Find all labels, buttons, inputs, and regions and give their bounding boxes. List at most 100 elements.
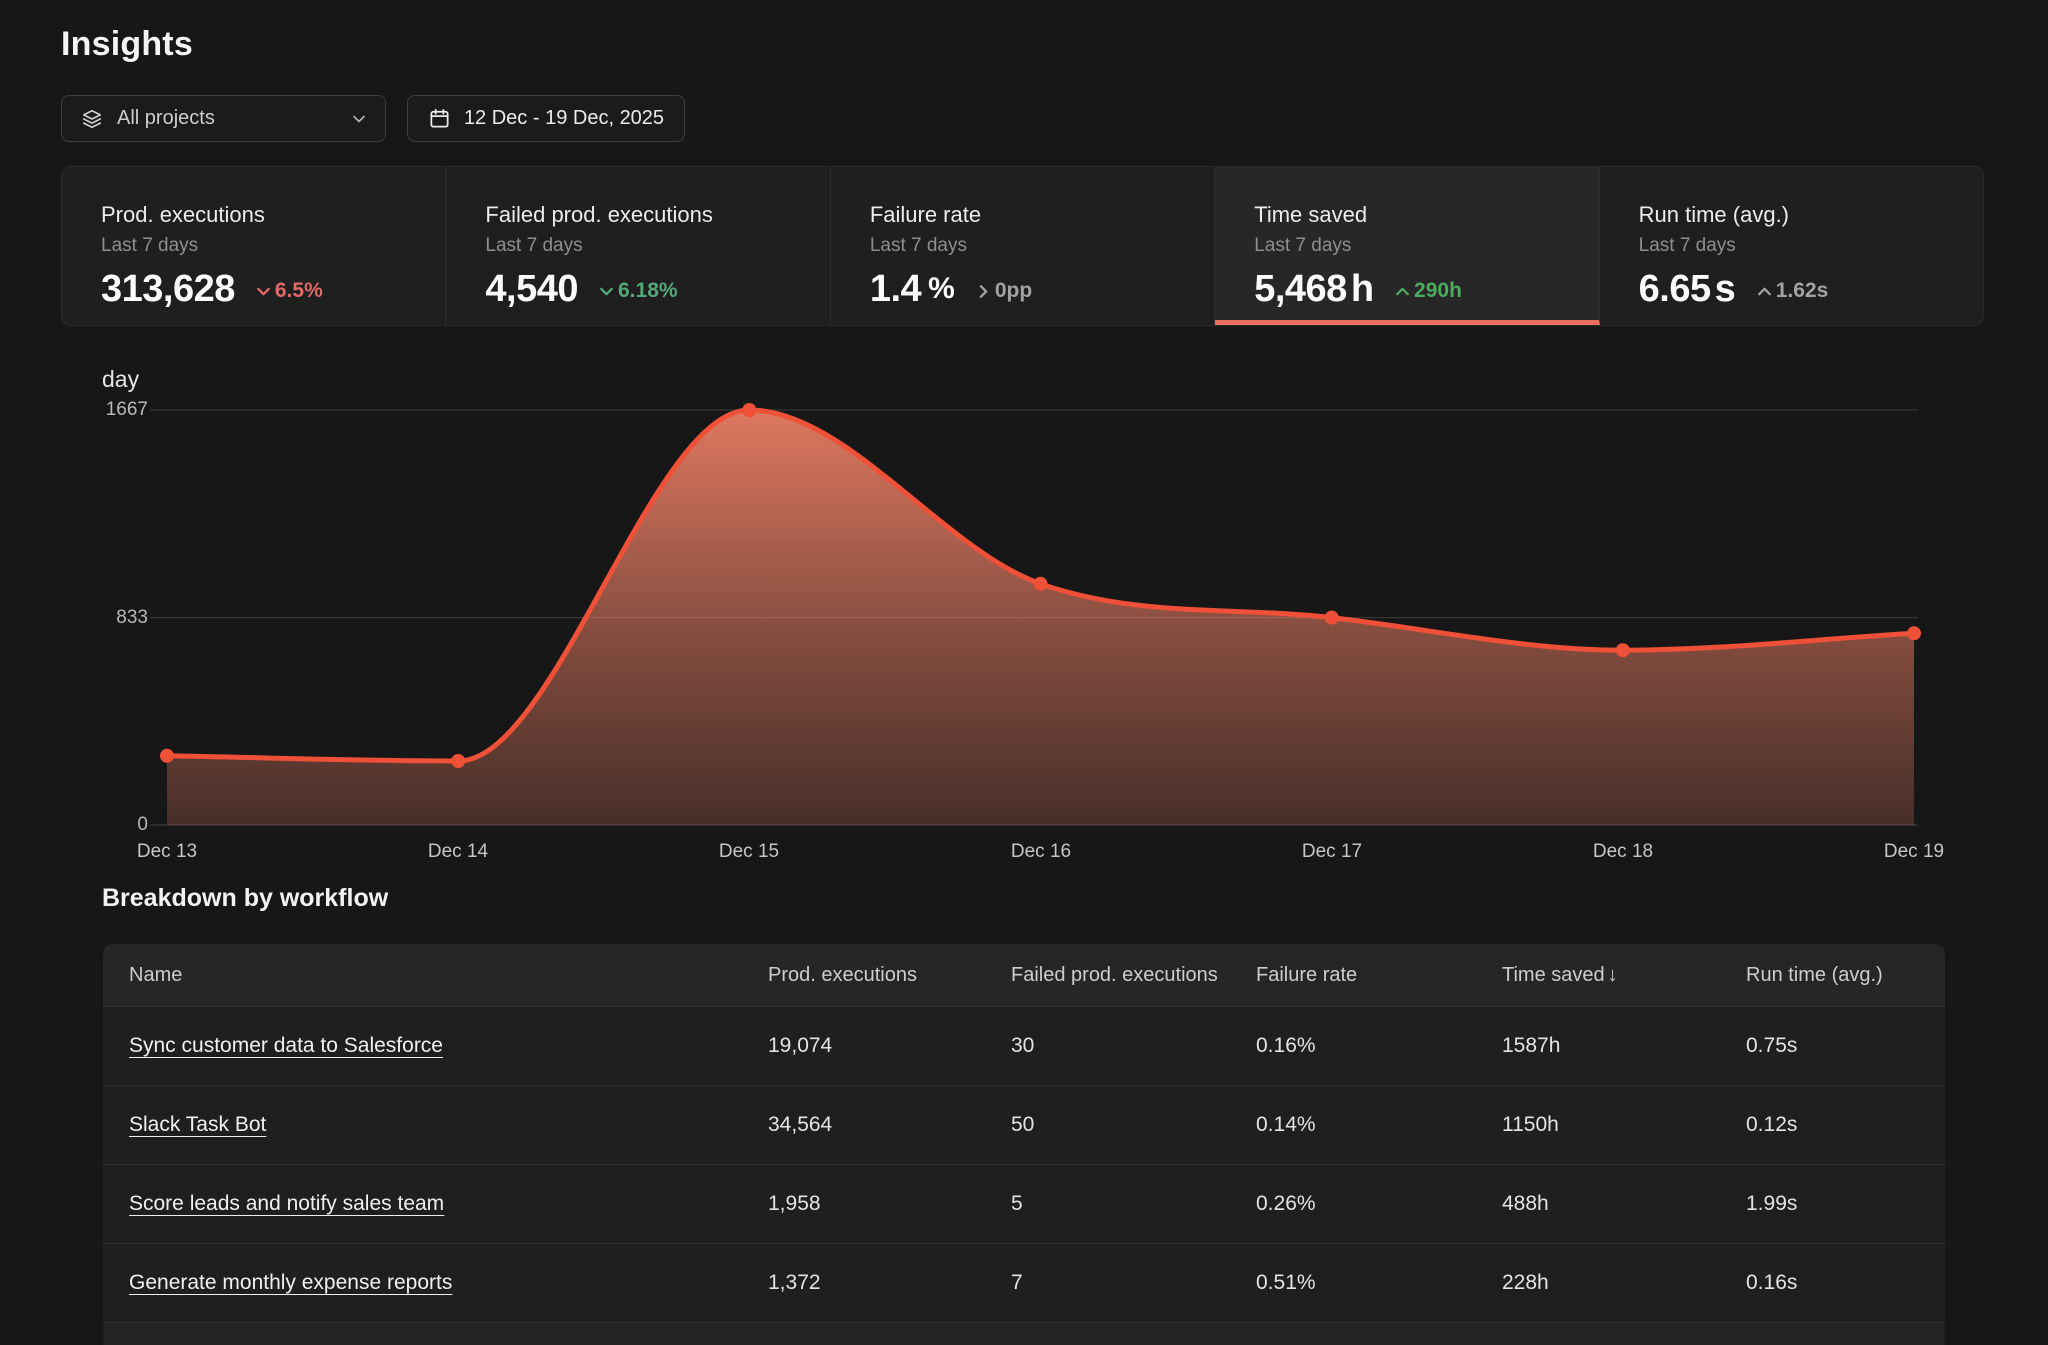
card-value-row: 4,540 6.18% xyxy=(485,270,829,308)
line-series xyxy=(167,410,1914,761)
delta-badge: 0pp xyxy=(974,279,1032,303)
workflow-breakdown-table: NameProd. executionsFailed prod. executi… xyxy=(103,944,1945,1345)
x-axis-label: Dec 17 xyxy=(1252,841,1412,863)
cell-run_time: 0.16s xyxy=(1746,1271,1945,1295)
cell-name: Sync customer data to Salesforce xyxy=(103,1034,768,1058)
trend-right-icon xyxy=(974,282,993,301)
card-title: Run time (avg.) xyxy=(1639,202,1983,228)
y-axis-label: 0 xyxy=(0,815,148,835)
card-value-unit: s xyxy=(1715,270,1736,308)
cell-failed_executions: 30 xyxy=(1011,1034,1256,1058)
card-value: 1.4 xyxy=(870,270,921,308)
x-axis-label: Dec 19 xyxy=(1834,841,1994,863)
table-header: NameProd. executionsFailed prod. executi… xyxy=(103,944,1945,1006)
delta-badge: 1.62s xyxy=(1755,279,1829,303)
cell-time_saved: 488h xyxy=(1502,1192,1746,1216)
card-value-unit: % xyxy=(928,274,955,304)
metric-card-prod-executions[interactable]: Prod. executions Last 7 days 313,628 6.5… xyxy=(62,167,446,325)
card-value: 5,468 xyxy=(1254,270,1347,308)
section-heading: Breakdown by workflow xyxy=(102,884,388,913)
trend-down-icon xyxy=(597,282,616,301)
column-header-failure-rate[interactable]: Failure rate xyxy=(1256,964,1502,987)
cell-run_time: 0.12s xyxy=(1746,1113,1945,1137)
cell-run_time: 0.75s xyxy=(1746,1034,1945,1058)
card-subtitle: Last 7 days xyxy=(101,235,445,257)
trend-up-icon xyxy=(1755,282,1774,301)
card-value-row: 1.4 % 0pp xyxy=(870,270,1214,308)
y-axis-label: 1667 xyxy=(0,400,148,420)
delta-value: 290h xyxy=(1414,279,1462,303)
metric-card-failure-rate[interactable]: Failure rate Last 7 days 1.4 % 0pp xyxy=(831,167,1215,325)
delta-value: 0pp xyxy=(995,279,1032,303)
column-header-run-time-avg[interactable]: Run time (avg.) xyxy=(1746,964,1945,987)
cell-failure_rate: 0.51% xyxy=(1256,1271,1502,1295)
cell-time_saved: 1587h xyxy=(1502,1034,1746,1058)
card-value: 6.65 xyxy=(1639,270,1711,308)
metric-card-time-saved[interactable]: Time saved Last 7 days 5,468 h 290h xyxy=(1215,167,1599,325)
card-value: 4,540 xyxy=(485,270,578,308)
cell-name: Slack Task Bot xyxy=(103,1113,768,1137)
metric-card-run-time-avg[interactable]: Run time (avg.) Last 7 days 6.65 s 1.62s xyxy=(1600,167,1983,325)
x-axis-label: Dec 13 xyxy=(87,841,247,863)
chart-unit-label: day xyxy=(102,366,139,393)
cell-prod_executions: 1,958 xyxy=(768,1192,1011,1216)
card-title: Failed prod. executions xyxy=(485,202,829,228)
cell-run_time: 1.99s xyxy=(1746,1192,1945,1216)
y-axis-label: 833 xyxy=(0,608,148,628)
trend-up-icon xyxy=(1393,282,1412,301)
card-subtitle: Last 7 days xyxy=(1254,235,1598,257)
x-axis-label: Dec 16 xyxy=(961,841,1121,863)
workflow-link[interactable]: Score leads and notify sales team xyxy=(129,1192,444,1215)
metric-cards-row: Prod. executions Last 7 days 313,628 6.5… xyxy=(61,166,1984,326)
cell-failure_rate: 0.14% xyxy=(1256,1113,1502,1137)
project-filter-dropdown[interactable]: All projects xyxy=(61,95,386,142)
cell-prod_executions: 19,074 xyxy=(768,1034,1011,1058)
page-title: Insights xyxy=(61,25,193,64)
workflow-link[interactable]: Sync customer data to Salesforce xyxy=(129,1034,443,1057)
cell-failed_executions: 5 xyxy=(1011,1192,1256,1216)
table-row: Sync customer data to Salesforce 19,07430… xyxy=(103,1006,1945,1085)
x-axis-label: Dec 14 xyxy=(378,841,538,863)
table-row: Score leads and notify sales team 1,95850… xyxy=(103,1164,1945,1243)
filter-bar: All projects 12 Dec - 19 Dec, 2025 xyxy=(61,95,685,142)
card-value-row: 313,628 6.5% xyxy=(101,270,445,308)
cell-time_saved: 228h xyxy=(1502,1271,1746,1295)
column-header-name[interactable]: Name xyxy=(103,964,768,987)
workflow-link[interactable]: Generate monthly expense reports xyxy=(129,1271,452,1294)
delta-badge: 6.18% xyxy=(597,279,678,303)
data-points xyxy=(160,403,1921,768)
delta-value: 1.62s xyxy=(1776,279,1829,303)
card-value-row: 5,468 h 290h xyxy=(1254,270,1598,308)
cell-failure_rate: 0.16% xyxy=(1256,1034,1502,1058)
card-title: Failure rate xyxy=(870,202,1214,228)
x-axis-label: Dec 15 xyxy=(669,841,829,863)
card-subtitle: Last 7 days xyxy=(1639,235,1983,257)
cell-prod_executions: 1,372 xyxy=(768,1271,1011,1295)
card-value-row: 6.65 s 1.62s xyxy=(1639,270,1983,308)
cell-name: Score leads and notify sales team xyxy=(103,1192,768,1216)
card-subtitle: Last 7 days xyxy=(485,235,829,257)
sort-descending-icon: ↓ xyxy=(1608,964,1618,986)
area-fill xyxy=(167,410,1914,825)
table-row: Slack Task Bot34,564500.14%1150h0.12s xyxy=(103,1085,1945,1164)
chevron-down-icon xyxy=(349,109,369,129)
workflow-link[interactable]: Slack Task Bot xyxy=(129,1113,266,1136)
cell-name: Generate monthly expense reports xyxy=(103,1271,768,1295)
cell-failed_executions: 7 xyxy=(1011,1271,1256,1295)
date-range-label: 12 Dec - 19 Dec, 2025 xyxy=(464,107,664,130)
card-title: Time saved xyxy=(1254,202,1598,228)
card-subtitle: Last 7 days xyxy=(870,235,1214,257)
date-range-picker[interactable]: 12 Dec - 19 Dec, 2025 xyxy=(407,95,685,142)
delta-badge: 6.5% xyxy=(254,279,323,303)
column-header-failed-prod-executions[interactable]: Failed prod. executions xyxy=(1011,964,1256,987)
cell-failure_rate: 0.26% xyxy=(1256,1192,1502,1216)
x-axis-label: Dec 18 xyxy=(1543,841,1703,863)
project-filter-label: All projects xyxy=(117,107,215,130)
column-header-prod-executions[interactable]: Prod. executions xyxy=(768,964,1011,987)
metric-card-failed-prod-executions[interactable]: Failed prod. executions Last 7 days 4,54… xyxy=(446,167,830,325)
card-title: Prod. executions xyxy=(101,202,445,228)
column-header-time-saved[interactable]: Time saved↓ xyxy=(1502,964,1746,987)
chart-gridlines xyxy=(150,410,1918,825)
cell-time_saved: 1150h xyxy=(1502,1113,1746,1137)
card-value-unit: h xyxy=(1351,270,1374,308)
